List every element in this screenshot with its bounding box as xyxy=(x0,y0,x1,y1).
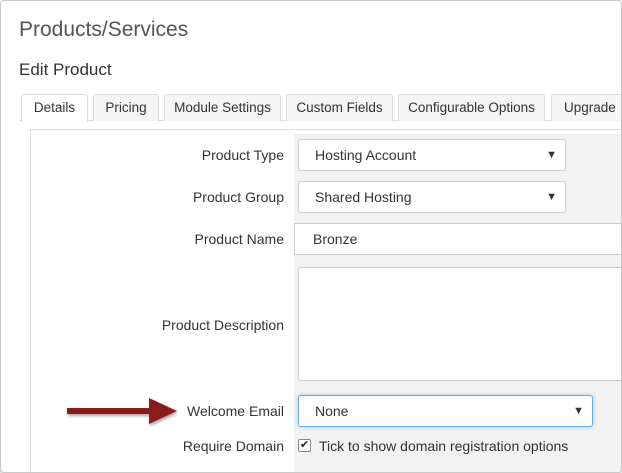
welcome-email-value: None xyxy=(315,403,349,419)
tab-bar: Details Pricing Module Settings Custom F… xyxy=(19,93,621,122)
product-type-select[interactable]: Hosting Account ▼ xyxy=(298,139,566,171)
tab-module-settings[interactable]: Module Settings xyxy=(164,94,281,121)
product-description-textarea[interactable] xyxy=(298,267,621,381)
require-domain-label: Require Domain xyxy=(182,438,284,454)
product-group-value: Shared Hosting xyxy=(315,189,412,205)
section-title: Edit Product xyxy=(19,60,112,79)
tab-custom-fields[interactable]: Custom Fields xyxy=(286,94,393,121)
product-name-label: Product Name xyxy=(194,231,284,247)
tab-pricing[interactable]: Pricing xyxy=(93,94,159,121)
product-type-value: Hosting Account xyxy=(315,147,417,163)
chevron-down-icon: ▼ xyxy=(546,191,557,203)
tab-details[interactable]: Details xyxy=(21,94,88,122)
tab-configurable-options[interactable]: Configurable Options xyxy=(398,94,545,121)
window-frame: Products/Services Edit Product Details P… xyxy=(0,0,622,473)
welcome-email-select[interactable]: None ▼ xyxy=(298,395,593,427)
page-title: Products/Services xyxy=(19,18,189,41)
tab-upgrade[interactable]: Upgrade xyxy=(551,94,621,121)
product-name-input[interactable]: Bronze xyxy=(294,223,621,255)
product-group-select[interactable]: Shared Hosting ▼ xyxy=(298,181,566,213)
product-description-label: Product Description xyxy=(161,317,284,333)
chevron-down-icon: ▼ xyxy=(573,405,584,417)
annotation-arrow-icon xyxy=(67,398,177,424)
require-domain-checkbox-label[interactable]: Tick to show domain registration options xyxy=(319,438,568,454)
require-domain-checkbox[interactable]: ✔ xyxy=(298,439,311,452)
product-group-label: Product Group xyxy=(192,189,284,205)
welcome-email-label: Welcome Email xyxy=(187,403,284,419)
chevron-down-icon: ▼ xyxy=(546,149,557,161)
product-type-label: Product Type xyxy=(201,147,284,163)
